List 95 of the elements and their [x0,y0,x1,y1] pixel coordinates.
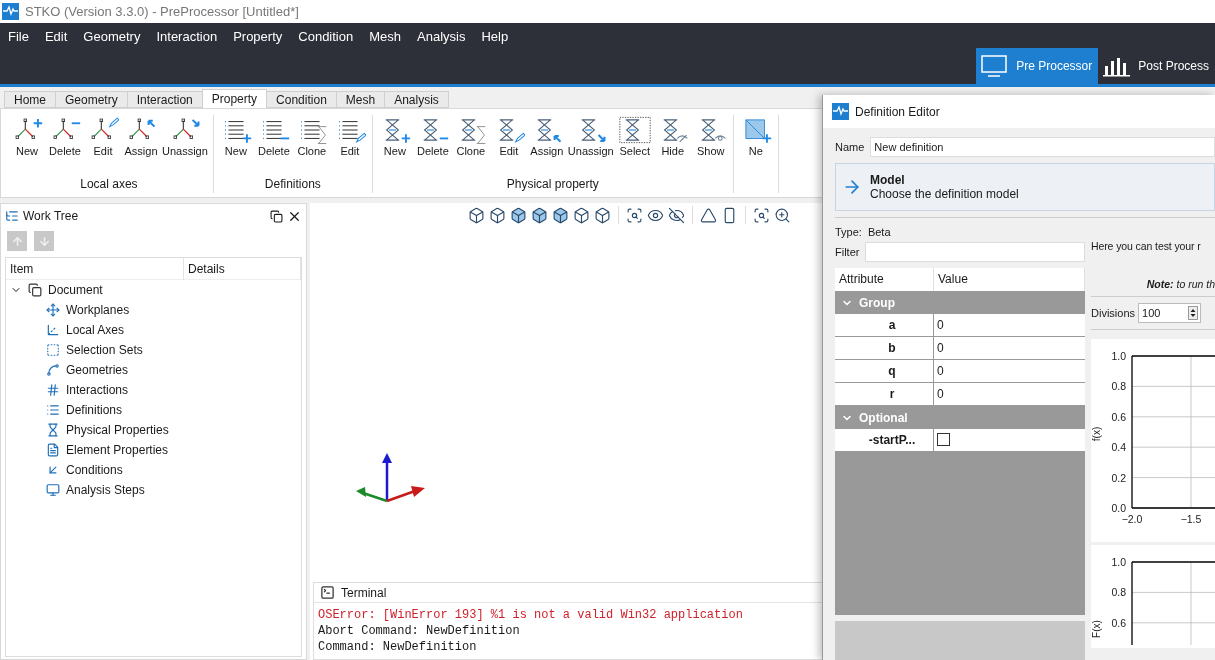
y-tick-label: 1.0 [1111,350,1126,362]
window-title: STKO (Version 3.3.0) - PreProcessor [Untitled*] [25,4,299,19]
model-title: Model [870,173,906,187]
attribute-name: b [835,337,934,359]
model-subtitle: Choose the definition model [870,187,1019,201]
menu-item[interactable]: Property [225,26,291,47]
ribbon-button[interactable]: Hide [653,115,692,177]
menu-item[interactable]: File [0,26,37,47]
tree-item[interactable]: Local Axes [66,323,125,337]
attribute-value[interactable]: 0 [934,314,1085,336]
ribbon-button[interactable]: Clone [451,115,490,177]
output-line: Command: NewDefinition [318,639,477,655]
y-tick-label: 0.4 [1111,441,1126,454]
dialog-title: Definition Editor [855,104,940,119]
info-text: Here you can test your r [1091,240,1202,252]
attribute-name: q [835,360,934,382]
note-text: Note: to run th [1145,278,1215,290]
menu-item[interactable]: Help [473,26,517,47]
column-header[interactable]: Details [184,258,301,280]
ribbon-button[interactable]: Delete [254,115,293,177]
ribbon-button[interactable]: New [8,115,46,177]
y-tick-label: 0.6 [1111,616,1126,629]
y-tick-label: 1.0 [1111,556,1126,568]
x-tick-label: −2.0 [1121,513,1143,525]
ribbon-button[interactable]: Delete [46,115,84,177]
ribbon-tab[interactable]: Geometry [55,91,128,108]
group-label: Local axes [80,177,138,193]
menu-item[interactable]: Analysis [409,26,474,47]
ribbon-button[interactable]: New [375,115,414,177]
ribbon-button[interactable]: Assign [122,115,160,177]
group-label: Definitions [264,177,321,193]
ribbon-button[interactable]: Unassign [160,115,210,177]
panel-title: Terminal [341,585,387,600]
menu-item[interactable]: Mesh [361,26,409,47]
tree-item[interactable]: Physical Properties [66,423,169,437]
ribbon-tab[interactable]: Mesh [335,91,386,108]
divisions-spinbox[interactable]: 100 [1138,303,1201,323]
panel-title: Work Tree [23,209,80,223]
model-selector[interactable]: Model Choose the definition model [835,163,1215,211]
tree-item[interactable]: Conditions [66,463,123,477]
menu-item[interactable]: Interaction [148,26,226,47]
ribbon-button[interactable]: New [216,115,255,177]
group-label: Physical property [506,177,599,193]
ribbon-button[interactable]: Edit [489,115,528,177]
tree-item[interactable]: Document [48,283,103,297]
tree-item[interactable]: Workplanes [66,303,130,317]
menu-item[interactable]: Condition [290,26,362,47]
y-axis-label: F(x) [1091,620,1102,638]
ribbon-button[interactable]: Ne [736,115,775,193]
ribbon-button[interactable]: Show [691,115,730,177]
y-tick-label: 0.8 [1111,380,1126,393]
ribbon-button[interactable]: Select [615,115,654,177]
type-label: Type: [835,226,862,238]
error-line: OSError: [WinError 193] %1 is not a valid Win32 application [318,607,743,623]
y-tick-label: 0.8 [1111,586,1126,599]
attribute-name: a [835,314,934,336]
tree-item[interactable]: Geometries [66,363,129,377]
attribute-name: r [835,383,934,405]
ribbon-tab[interactable]: Property [201,89,268,108]
field-label: Filter [835,246,860,258]
tree-item[interactable]: Interactions [66,383,129,397]
ribbon-tab[interactable]: Condition [266,91,337,108]
tree-item[interactable]: Selection Sets [66,343,143,357]
attribute-value[interactable]: 0 [934,360,1085,382]
ribbon-button[interactable]: Clone [292,115,331,177]
x-tick-label: −1.5 [1180,513,1202,525]
tree-item[interactable]: Element Properties [66,443,169,457]
attribute-value[interactable]: 0 [934,337,1085,359]
menu-item[interactable]: Edit [36,26,76,47]
ribbon-button[interactable]: Edit [84,115,122,177]
ribbon-button[interactable]: Delete [413,115,452,177]
y-axis-label: f(x) [1091,426,1102,442]
group-label: Group [859,295,895,310]
menu-item[interactable]: Geometry [75,26,149,47]
column-header[interactable]: Item [6,258,184,280]
type-value: Beta [867,226,891,238]
mode-button[interactable]: Pre Processor [976,48,1099,84]
tree-item[interactable]: Definitions [66,403,123,417]
y-tick-label: 0.2 [1111,471,1126,484]
ribbon-button[interactable]: Edit [330,115,369,177]
tree-item[interactable]: Analysis Steps [66,483,145,497]
y-tick-label: 0.6 [1111,410,1126,423]
attribute-name: -startP... [835,429,934,453]
ribbon-button[interactable]: Assign [527,115,566,177]
ribbon-tab[interactable]: Interaction [126,91,203,108]
group-label: Optional [859,410,908,425]
field-label: Divisions [1091,307,1135,319]
name-field[interactable]: New definition [870,137,1215,157]
output-line: Abort Command: NewDefinition [318,623,520,639]
attribute-value[interactable]: 0 [934,383,1085,405]
ribbon-button[interactable]: Unassign [565,115,616,177]
ribbon-tab[interactable]: Home [4,91,56,108]
y-tick-label: 0.0 [1111,502,1126,514]
ribbon-tab[interactable]: Analysis [384,91,449,108]
field-label: Name [835,141,865,153]
